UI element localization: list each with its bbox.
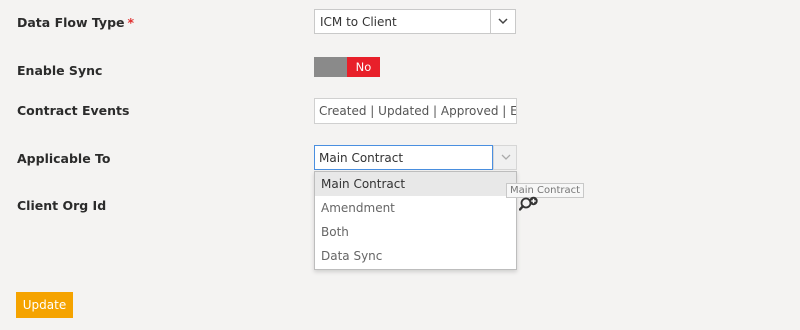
contract-events-label: Contract Events	[17, 103, 130, 118]
enable-sync-label: Enable Sync	[17, 63, 103, 78]
data-flow-type-dropdown-button[interactable]	[490, 10, 515, 33]
required-marker: *	[127, 15, 135, 30]
dropdown-option-main-contract[interactable]: Main Contract	[315, 172, 516, 196]
data-flow-type-label-text: Data Flow Type	[17, 15, 125, 30]
toggle-state-text: No	[347, 57, 380, 77]
applicable-to-dropdown-list: Main Contract Amendment Both Data Sync	[314, 171, 517, 270]
dropdown-option-data-sync[interactable]: Data Sync	[315, 244, 516, 268]
contract-events-value: Created | Updated | Approved | Executed	[319, 104, 517, 118]
client-org-id-label: Client Org Id	[17, 198, 107, 213]
data-flow-type-select[interactable]: ICM to Client	[314, 9, 516, 34]
applicable-to-input[interactable]	[314, 145, 493, 170]
applicable-to-dropdown-button[interactable]	[493, 145, 517, 170]
applicable-to-label: Applicable To	[17, 151, 111, 166]
search-plus-icon[interactable]	[519, 195, 539, 213]
chevron-down-icon	[498, 18, 508, 25]
chevron-down-icon	[501, 154, 511, 160]
dropdown-option-both[interactable]: Both	[315, 220, 516, 244]
contract-events-field[interactable]: Created | Updated | Approved | Executed	[314, 98, 517, 124]
data-flow-type-label: Data Flow Type *	[17, 15, 134, 30]
data-flow-type-value: ICM to Client	[320, 15, 397, 29]
update-button[interactable]: Update	[16, 292, 73, 318]
toggle-knob	[314, 57, 347, 77]
dropdown-option-amendment[interactable]: Amendment	[315, 196, 516, 220]
option-tooltip: Main Contract	[506, 183, 585, 198]
enable-sync-toggle[interactable]: No	[314, 57, 380, 77]
